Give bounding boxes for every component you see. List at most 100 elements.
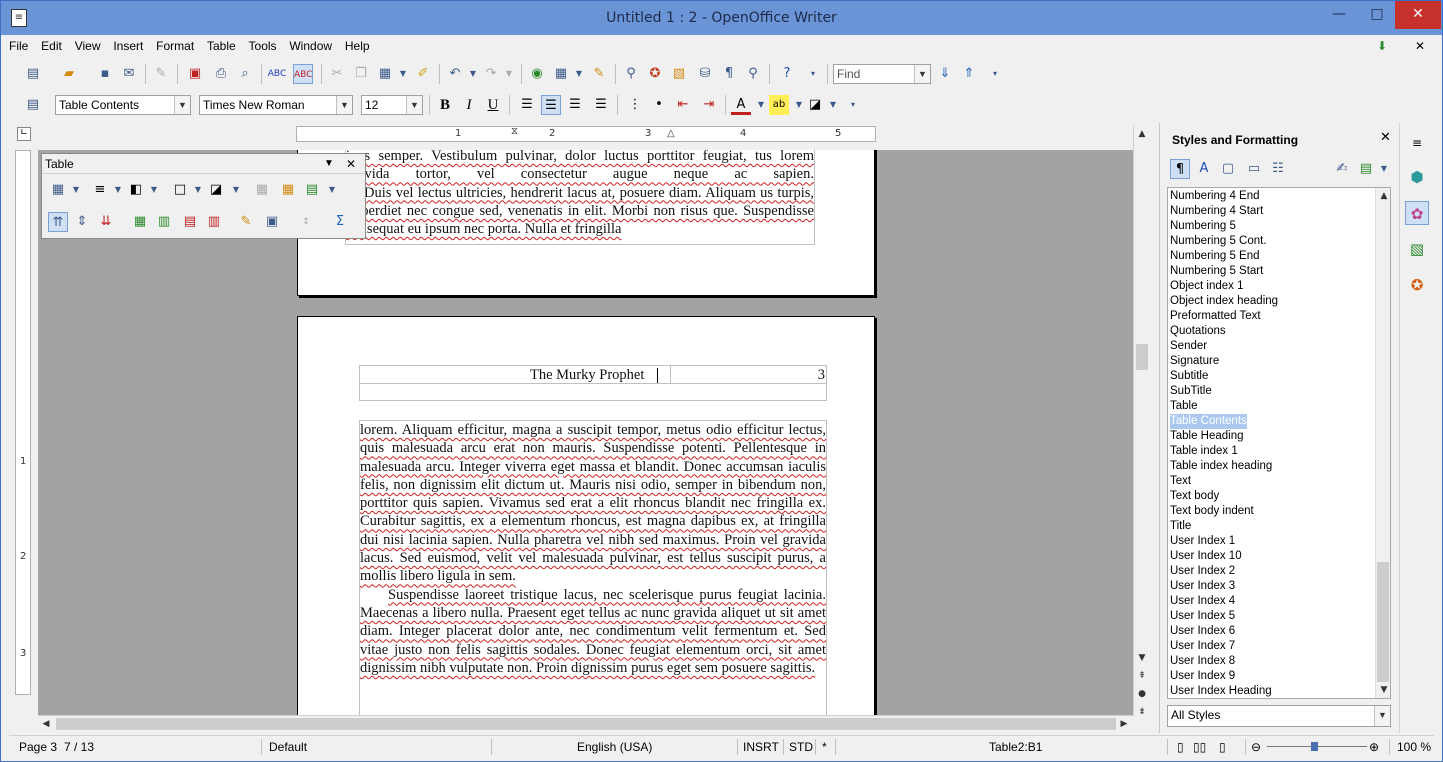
navigator-icon[interactable]: ✪ [645,64,665,84]
print-preview-icon[interactable]: ⌕ [235,64,255,84]
style-list-item[interactable]: User Index 10 [1170,549,1242,564]
style-list-item[interactable]: Table index heading [1170,459,1272,474]
table-icon[interactable]: ▦ [551,64,571,84]
column-marker-icon[interactable]: △ [667,128,675,139]
fill-format-icon[interactable]: ✍ [1332,159,1352,179]
chevron-down-icon[interactable]: ▼ [174,96,190,114]
font-name-select[interactable]: Times New Roman ▼ [199,95,353,115]
character-styles-icon[interactable]: A [1194,159,1214,179]
sum-icon[interactable]: Σ [330,212,350,232]
new-style-dropdown-icon[interactable]: ▼ [1374,159,1394,179]
export-pdf-icon[interactable]: ▣ [185,64,205,84]
maximize-button[interactable]: □ [1359,1,1395,29]
style-list-item[interactable]: Subtitle [1170,369,1208,384]
style-list-item[interactable]: Quotations [1170,324,1226,339]
menu-tools[interactable]: Tools [249,37,277,55]
status-page-style[interactable]: Default [269,740,307,754]
gallery-deck-icon[interactable]: ▧ [1405,237,1429,261]
list-styles-icon[interactable]: ☷ [1268,159,1288,179]
split-cells-icon[interactable]: ▦ [278,180,298,200]
style-list-item[interactable]: Numbering 5 [1170,219,1236,234]
style-list-item[interactable]: User Index 4 [1170,594,1235,609]
status-zoom-level[interactable]: 100 % [1397,740,1431,754]
style-filter-select[interactable]: All Styles ▼ [1167,705,1391,727]
frame-styles-icon[interactable]: ▢ [1218,159,1238,179]
menu-format[interactable]: Format [156,37,194,55]
justify-icon[interactable]: ☰ [591,95,611,115]
status-page[interactable]: Page 3 [19,740,57,754]
find-input[interactable]: Find ▼ [833,64,931,84]
cell-background-dropdown-icon[interactable]: ▼ [226,180,246,200]
font-size-select[interactable]: 12 ▼ [361,95,423,115]
paste-icon[interactable]: ▦ [375,64,395,84]
scroll-up-icon[interactable]: ▲ [1134,126,1150,142]
autoformat-dropdown-icon[interactable]: ▼ [322,180,342,200]
header-title[interactable]: The Murky Prophet [530,366,660,384]
properties-deck-icon[interactable]: ⬢ [1405,165,1429,189]
center-vertically-icon[interactable]: ⇕ [72,212,92,232]
find-next-icon[interactable]: ⇓ [935,64,955,84]
chevron-down-icon[interactable]: ▼ [336,96,352,114]
style-list-item[interactable]: SubTitle [1170,384,1212,399]
styles-formatting-icon[interactable]: ▤ [23,95,43,115]
cell-background-icon[interactable]: ◪ [206,180,226,200]
style-list-item[interactable]: User Index 2 [1170,564,1235,579]
draw-functions-icon[interactable]: ✎ [589,64,609,84]
data-sources-icon[interactable]: ⛁ [695,64,715,84]
page-styles-icon[interactable]: ▭ [1244,159,1264,179]
align-center-icon[interactable]: ☰ [541,95,561,115]
underline-icon[interactable]: U [483,95,503,115]
zoom-icon[interactable]: ⚲ [743,64,763,84]
line-style-dropdown-icon[interactable]: ▼ [108,180,128,200]
save-icon[interactable]: ▪ [95,64,115,84]
paragraph-style-select[interactable]: Table Contents ▼ [55,95,191,115]
scroll-up-icon[interactable]: ▲ [1376,188,1390,204]
find-toolbar-overflow-icon[interactable]: ▾ [985,64,1005,84]
close-document-button[interactable]: ✕ [1415,39,1425,53]
redo-dropdown-icon[interactable]: ▼ [499,64,519,84]
redo-icon[interactable]: ↷ [481,64,501,84]
menu-view[interactable]: View [75,37,101,55]
style-list-item[interactable]: User Index 5 [1170,609,1235,624]
horizontal-ruler[interactable]: 1 2 3 4 5 ⧖ △ [296,126,876,142]
format-toolbar-overflow-icon[interactable]: ▾ [843,95,863,115]
scroll-left-icon[interactable]: ◀ [38,716,54,732]
style-list-item[interactable]: Signature [1170,354,1219,369]
scroll-right-icon[interactable]: ▶ [1116,716,1132,732]
close-toolbar-icon[interactable]: ✕ [346,154,356,174]
status-modified[interactable]: * [822,740,827,754]
status-selection-mode[interactable]: STD [789,740,813,754]
sidebar-menu-icon[interactable]: ≡ [1405,131,1429,155]
chevron-down-icon[interactable]: ▼ [914,65,930,83]
bullets-icon[interactable]: • [649,95,669,115]
single-page-view-icon[interactable]: ▯ [1177,740,1184,754]
borders-dropdown-icon[interactable]: ▼ [188,180,208,200]
chevron-down-icon[interactable]: ▼ [406,96,422,114]
style-list-item[interactable]: Numbering 4 End [1170,189,1260,204]
style-list-item[interactable]: User Index 3 [1170,579,1235,594]
align-bottom-icon[interactable]: ⇊ [96,212,116,232]
borders-icon[interactable]: □ [170,180,190,200]
style-list-item[interactable]: User Index 9 [1170,669,1235,684]
style-list-item[interactable]: User Index 7 [1170,639,1235,654]
zoom-in-icon[interactable]: ⊕ [1369,740,1379,754]
insert-table-dropdown-icon[interactable]: ▼ [66,180,86,200]
style-list-item[interactable]: Text body [1170,489,1219,504]
menu-table[interactable]: Table [207,37,236,55]
status-insert-mode[interactable]: INSRT [743,740,779,754]
status-language[interactable]: English (USA) [577,740,652,754]
update-icon[interactable]: ⬇ [1377,39,1387,53]
menu-help[interactable]: Help [345,37,370,55]
style-list-item[interactable]: Table [1170,399,1198,414]
align-right-icon[interactable]: ☰ [565,95,585,115]
font-color-dropdown-icon[interactable]: ▼ [751,95,771,115]
table-dropdown-icon[interactable]: ▼ [569,64,589,84]
style-list-item[interactable]: Object index heading [1170,294,1278,309]
header-page-number[interactable]: 3 [815,366,825,384]
next-page-icon[interactable]: ⇟ [1134,704,1150,720]
page2-body-text[interactable]: ipus semper. Vestibulum pulvinar, dolor … [345,150,815,245]
undo-dropdown-icon[interactable]: ▼ [463,64,483,84]
paragraph-styles-icon[interactable]: ¶ [1170,159,1190,179]
navigator-deck-icon[interactable]: ✪ [1405,273,1429,297]
book-view-icon[interactable]: ▯ [1219,740,1226,754]
